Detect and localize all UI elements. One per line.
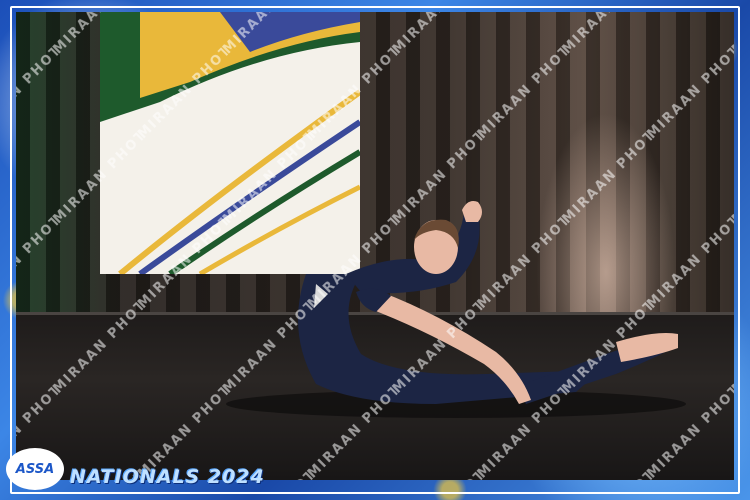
dancer-figure — [226, 201, 686, 418]
logo-text: ASSA — [15, 461, 55, 477]
event-title: NATIONALS 2024 — [70, 466, 265, 488]
stage-photo: MIRAAN PHOTOGRAPHY — [16, 12, 734, 480]
assa-logo: ASSA — [6, 448, 64, 490]
